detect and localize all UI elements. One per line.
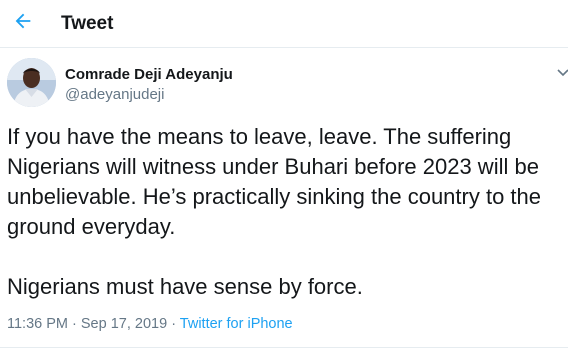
- tweet-date[interactable]: Sep 17, 2019: [81, 316, 167, 332]
- tweet-time[interactable]: 11:36 PM: [7, 316, 68, 332]
- tweet-meta: 11:36 PM · Sep 17, 2019 · Twitter for iP…: [7, 316, 293, 332]
- author-handle[interactable]: @adeyanjudeji: [65, 86, 164, 103]
- author-name[interactable]: Comrade Deji Adeyanju: [65, 66, 233, 83]
- divider: [0, 347, 568, 348]
- avatar[interactable]: [7, 58, 56, 107]
- tweet-source[interactable]: Twitter for iPhone: [180, 316, 293, 332]
- meta-separator: ·: [68, 316, 81, 332]
- back-button[interactable]: [8, 6, 38, 36]
- arrow-left-icon: [15, 13, 31, 29]
- tweet-text: If you have the means to leave, leave. T…: [7, 124, 542, 299]
- tweet-menu-button[interactable]: [556, 66, 568, 78]
- chevron-down-icon: [557, 69, 568, 77]
- page-title: Tweet: [61, 13, 114, 34]
- meta-separator: ·: [167, 316, 180, 332]
- header-bar: Tweet: [0, 0, 568, 48]
- user-avatar-image: [7, 58, 56, 107]
